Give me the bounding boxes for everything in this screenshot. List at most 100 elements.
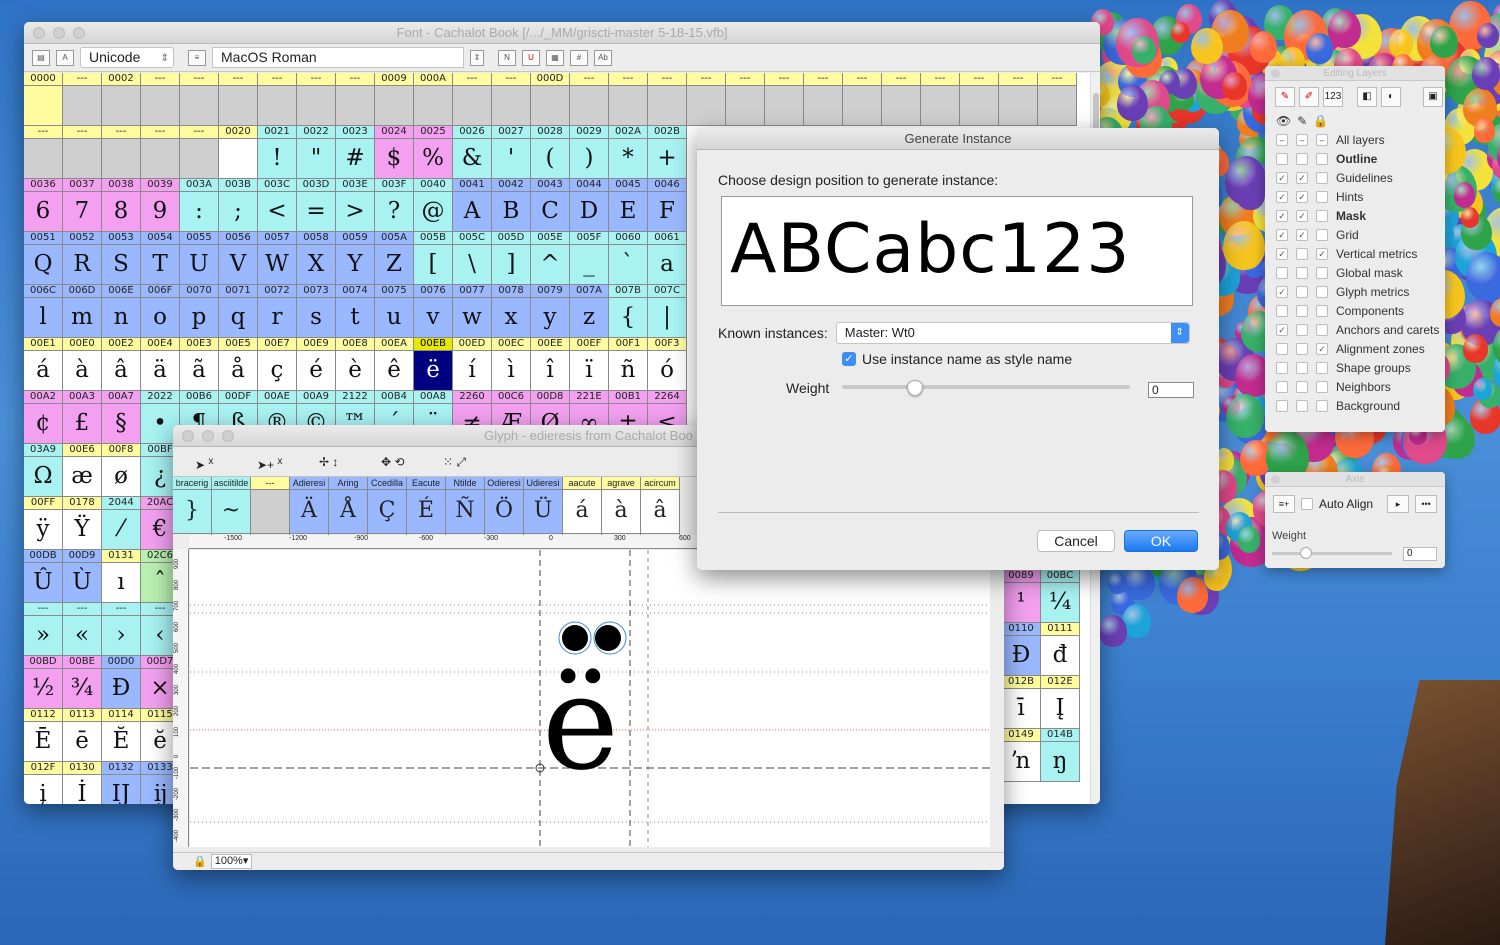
glyph-cell[interactable] <box>63 86 102 126</box>
glyph-cell[interactable]: î <box>531 351 570 391</box>
measure-tool-icon[interactable]: ⁙ ⤢ <box>443 451 483 473</box>
all-layers-row[interactable]: – – – All layers <box>1265 130 1445 149</box>
glyph-cell[interactable]: ` <box>609 245 648 285</box>
glyph-cell[interactable]: + <box>648 139 687 179</box>
glyph-cell[interactable]: Ω <box>24 457 63 497</box>
strip-glyph[interactable]: asciitilde ~ <box>212 477 251 535</box>
layer-checkbox[interactable]: ✓ <box>1316 247 1328 260</box>
glyph-cell[interactable]: # <box>336 139 375 179</box>
glyph-cell[interactable] <box>453 86 492 126</box>
layer-checkbox[interactable] <box>1316 285 1328 298</box>
layer-row[interactable]: ✓ ✓ Guidelines <box>1265 168 1445 187</box>
glyph-cell[interactable]: Ù <box>63 563 102 603</box>
glyph-cell[interactable]: ] <box>492 245 531 285</box>
layer-checkbox[interactable] <box>1296 266 1308 279</box>
close-icon[interactable] <box>1271 475 1280 484</box>
glyph-cell[interactable]: E <box>609 192 648 232</box>
glyph-cell[interactable]: ç <box>258 351 297 391</box>
layer-checkbox[interactable]: ✓ <box>1316 342 1328 355</box>
glyph-cell[interactable]: Q <box>24 245 63 285</box>
glyph-cell[interactable] <box>258 86 297 126</box>
axis-weight-knob[interactable] <box>1300 547 1312 559</box>
strip-glyph[interactable]: bracerig} <box>173 477 212 535</box>
glyph-cell[interactable]: » <box>24 616 63 656</box>
layer-checkbox[interactable]: ✓ <box>1296 209 1308 222</box>
glyph-cell[interactable] <box>1038 86 1077 126</box>
layer-checkbox[interactable]: ✓ <box>1276 171 1288 184</box>
glyph-cell[interactable] <box>531 86 570 126</box>
glyph-cell[interactable]: ½ <box>24 669 63 709</box>
glyph-cell[interactable] <box>726 86 765 126</box>
glyph-cell[interactable]: Ÿ <box>63 510 102 550</box>
glyph-cell[interactable] <box>570 86 609 126</box>
glyph-cell[interactable]: ø <box>102 457 141 497</box>
font-window-titlebar[interactable]: Font - Cachalot Book [/.../_MM/griscti-m… <box>24 22 1100 44</box>
glyph-cell[interactable]: F <box>648 192 687 232</box>
contrast-icon[interactable]: ◐ <box>1381 87 1401 107</box>
lock-icon[interactable]: 🔒 <box>193 855 207 868</box>
glyph-cell[interactable]: _ <box>570 245 609 285</box>
use-instance-name-checkbox[interactable]: ✓ <box>842 352 856 366</box>
glyph-cell[interactable]: w <box>453 298 492 338</box>
layer-checkbox[interactable] <box>1316 209 1328 222</box>
glyph-cell[interactable] <box>24 86 63 126</box>
grid-view-icon[interactable]: ▦ <box>546 49 564 66</box>
layer-checkbox[interactable] <box>1296 152 1308 165</box>
glyph-cell[interactable]: D <box>570 192 609 232</box>
layer-checkbox[interactable] <box>1316 304 1328 317</box>
layer-checkbox[interactable] <box>1316 190 1328 203</box>
glyph-cell[interactable]: ê <box>375 351 414 391</box>
glyph-cell[interactable]: = <box>297 192 336 232</box>
encoding-mode-select[interactable]: Unicode ⇕ <box>80 47 174 68</box>
glyph-cell[interactable] <box>219 139 258 179</box>
glyph-cell[interactable]: ¢ <box>24 404 63 444</box>
sample-text-icon[interactable]: Ab <box>594 49 612 66</box>
glyph-cell[interactable]: * <box>609 139 648 179</box>
glyph-cell[interactable]: Đ <box>1002 636 1041 676</box>
weight-slider-knob[interactable] <box>907 380 923 396</box>
axis-weight-input[interactable]: 0 <box>1403 547 1437 561</box>
glyph-cell[interactable] <box>609 86 648 126</box>
grid-mode-icon[interactable]: ▤ <box>32 49 50 66</box>
glyph-cell[interactable]: " <box>297 139 336 179</box>
index-view-icon[interactable]: # <box>570 49 588 66</box>
layer-row[interactable]: Outline <box>1265 149 1445 168</box>
glyph-cell[interactable]: é <box>297 351 336 391</box>
glyph-cell[interactable]: Ĕ <box>102 722 141 762</box>
glyph-cell[interactable]: p <box>180 298 219 338</box>
glyph-cell[interactable]: ī <box>1002 689 1041 729</box>
glyph-cell[interactable]: ; <box>219 192 258 232</box>
glyph-cell[interactable]: > <box>336 192 375 232</box>
glyph-cell[interactable] <box>687 86 726 126</box>
glyph-cell[interactable] <box>24 139 63 179</box>
minimize-button[interactable] <box>53 27 65 39</box>
glyph-cell[interactable]: W <box>258 245 297 285</box>
axis-list-icon[interactable]: ≡+ <box>1273 495 1295 513</box>
glyph-cell[interactable]: Ĳ <box>102 775 141 804</box>
glyph-cell[interactable]: r <box>258 298 297 338</box>
layer-row[interactable]: Global mask <box>1265 263 1445 282</box>
font-info-icon[interactable]: A <box>56 49 74 66</box>
layer-row[interactable]: Neighbors <box>1265 377 1445 396</box>
layer-checkbox[interactable] <box>1316 323 1328 336</box>
glyph-cell[interactable] <box>492 86 531 126</box>
glyph-cell[interactable] <box>102 86 141 126</box>
glyph-cell[interactable] <box>375 86 414 126</box>
layer-row[interactable]: Background <box>1265 396 1445 415</box>
glyph-cell[interactable]: Ð <box>102 669 141 709</box>
strip-glyph[interactable]: Aring Å <box>329 477 368 535</box>
glyph-cell[interactable]: ¼ <box>1041 583 1080 623</box>
glyph-cell[interactable]: £ <box>63 404 102 444</box>
glyph-cell[interactable]: Į <box>1041 689 1080 729</box>
glyph-cell[interactable]: T <box>141 245 180 285</box>
glyph-cell[interactable]: o <box>141 298 180 338</box>
layers-icon[interactable]: ◧ <box>1357 87 1377 107</box>
glyph-cell[interactable]: í <box>453 351 492 391</box>
glyph-cell[interactable]: ^ <box>531 245 570 285</box>
contour-tool-icon[interactable]: ➤+ x <box>257 451 297 473</box>
glyph-cell[interactable]: l <box>24 298 63 338</box>
glyph-cell[interactable]: ¹ <box>1002 583 1041 623</box>
layer-row[interactable]: ✓ ✓ Mask <box>1265 206 1445 225</box>
glyph-cell[interactable]: ä <box>141 351 180 391</box>
glyph-cell[interactable] <box>648 86 687 126</box>
